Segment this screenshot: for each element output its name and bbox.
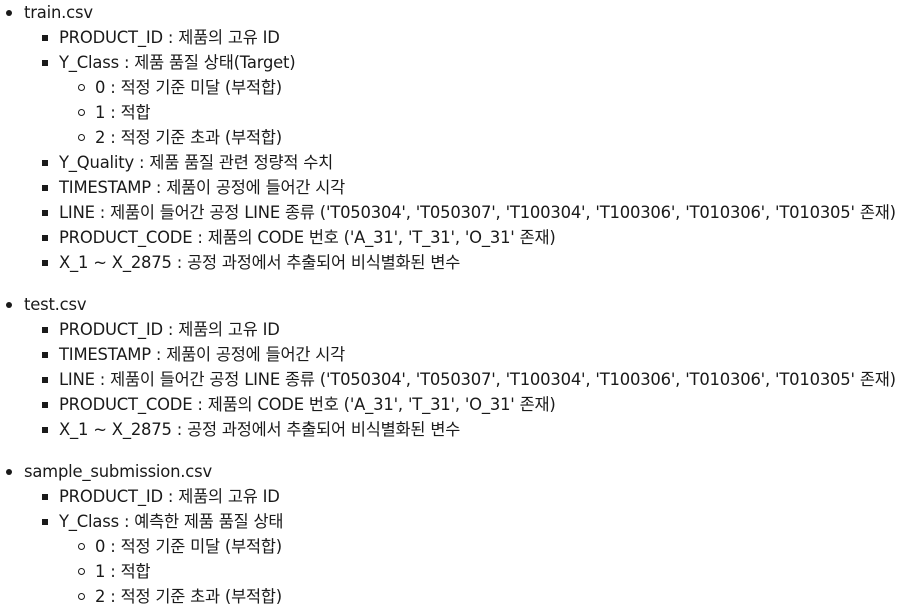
value-item: 2 : 적정 기준 초과 (부적합) [59,584,917,609]
field-item: Y_Quality : 제품 품질 관련 정량적 수치 [24,150,917,175]
field-label: TIMESTAMP : 제품이 공정에 들어간 시각 [59,345,345,364]
field-label: PRODUCT_ID : 제품의 고유 ID [59,28,280,47]
field-item: Y_Class : 제품 품질 상태(Target) 0 : 적정 기준 미달 … [24,50,917,150]
value-item: 2 : 적정 기준 초과 (부적합) [59,125,917,150]
value-list: 0 : 적정 기준 미달 (부적합) 1 : 적합 2 : 적정 기준 초과 (… [59,75,917,150]
field-item: Y_Class : 예측한 제품 품질 상태 0 : 적정 기준 미달 (부적합… [24,509,917,609]
field-list: PRODUCT_ID : 제품의 고유 ID Y_Class : 예측한 제품 … [24,484,917,609]
value-item: 0 : 적정 기준 미달 (부적합) [59,534,917,559]
field-label: PRODUCT_CODE : 제품의 CODE 번호 ('A_31', 'T_3… [59,228,556,247]
dataset-description: train.csv PRODUCT_ID : 제품의 고유 ID Y_Class… [0,0,917,612]
field-label: X_1 ~ X_2875 : 공정 과정에서 추출되어 비식별화된 변수 [59,420,461,439]
field-item: LINE : 제품이 들어간 공정 LINE 종류 ('T050304', 'T… [24,200,917,225]
field-item: PRODUCT_ID : 제품의 고유 ID [24,317,917,342]
field-item: PRODUCT_ID : 제품의 고유 ID [24,25,917,50]
value-label: 1 : 적합 [95,562,151,581]
value-label: 2 : 적정 기준 초과 (부적합) [95,128,282,147]
file-item-test: test.csv PRODUCT_ID : 제품의 고유 ID TIMESTAM… [0,292,917,442]
field-label: X_1 ~ X_2875 : 공정 과정에서 추출되어 비식별화된 변수 [59,253,461,272]
file-name: sample_submission.csv [24,462,212,481]
value-label: 1 : 적합 [95,103,151,122]
field-label: PRODUCT_ID : 제품의 고유 ID [59,487,280,506]
file-name: train.csv [24,3,93,22]
field-label: Y_Class : 예측한 제품 품질 상태 [59,512,284,531]
field-item: X_1 ~ X_2875 : 공정 과정에서 추출되어 비식별화된 변수 [24,250,917,275]
file-item-train: train.csv PRODUCT_ID : 제품의 고유 ID Y_Class… [0,0,917,275]
field-item: PRODUCT_CODE : 제품의 CODE 번호 ('A_31', 'T_3… [24,225,917,250]
field-label: LINE : 제품이 들어간 공정 LINE 종류 ('T050304', 'T… [59,203,896,222]
field-item: TIMESTAMP : 제품이 공정에 들어간 시각 [24,342,917,367]
field-label: LINE : 제품이 들어간 공정 LINE 종류 ('T050304', 'T… [59,370,896,389]
file-name: test.csv [24,295,87,314]
field-item: PRODUCT_CODE : 제품의 CODE 번호 ('A_31', 'T_3… [24,392,917,417]
field-label: TIMESTAMP : 제품이 공정에 들어간 시각 [59,178,345,197]
field-item: LINE : 제품이 들어간 공정 LINE 종류 ('T050304', 'T… [24,367,917,392]
field-item: X_1 ~ X_2875 : 공정 과정에서 추출되어 비식별화된 변수 [24,417,917,442]
field-list: PRODUCT_ID : 제품의 고유 ID TIMESTAMP : 제품이 공… [24,317,917,442]
value-item: 1 : 적합 [59,559,917,584]
field-label: PRODUCT_ID : 제품의 고유 ID [59,320,280,339]
value-label: 0 : 적정 기준 미달 (부적합) [95,78,282,97]
file-item-sample-submission: sample_submission.csv PRODUCT_ID : 제품의 고… [0,459,917,609]
value-item: 0 : 적정 기준 미달 (부적합) [59,75,917,100]
field-item: PRODUCT_ID : 제품의 고유 ID [24,484,917,509]
field-label: Y_Quality : 제품 품질 관련 정량적 수치 [59,153,334,172]
value-list: 0 : 적정 기준 미달 (부적합) 1 : 적합 2 : 적정 기준 초과 (… [59,534,917,609]
field-item: TIMESTAMP : 제품이 공정에 들어간 시각 [24,175,917,200]
value-label: 2 : 적정 기준 초과 (부적합) [95,587,282,606]
value-item: 1 : 적합 [59,100,917,125]
field-label: PRODUCT_CODE : 제품의 CODE 번호 ('A_31', 'T_3… [59,395,556,414]
value-label: 0 : 적정 기준 미달 (부적합) [95,537,282,556]
field-list: PRODUCT_ID : 제품의 고유 ID Y_Class : 제품 품질 상… [24,25,917,275]
file-list: train.csv PRODUCT_ID : 제품의 고유 ID Y_Class… [0,0,917,609]
field-label: Y_Class : 제품 품질 상태(Target) [59,53,296,72]
